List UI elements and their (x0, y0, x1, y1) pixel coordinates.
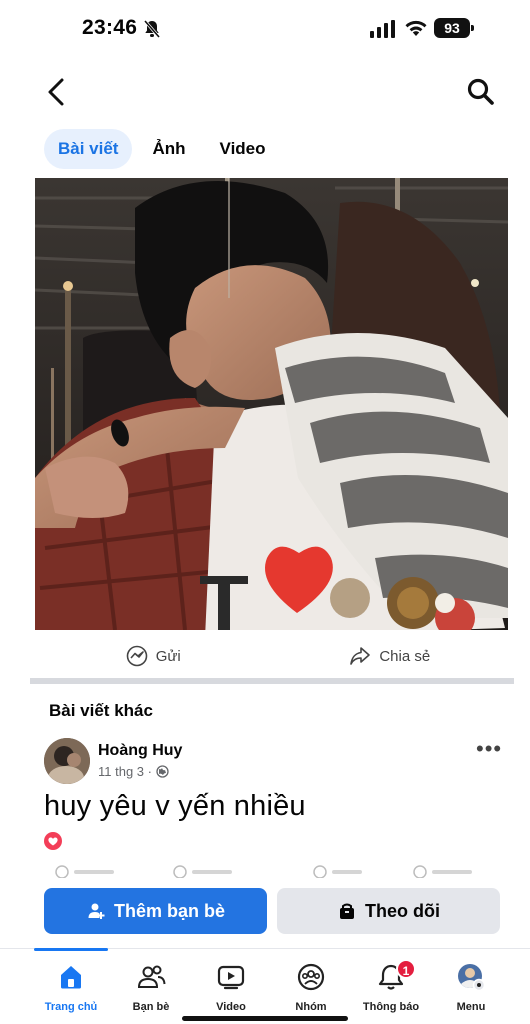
follow-label: Theo dõi (365, 900, 440, 921)
wifi-icon (405, 20, 427, 36)
author-avatar[interactable] (44, 738, 90, 784)
video-icon (217, 965, 245, 990)
post-author[interactable]: Hoàng Huy (98, 742, 182, 760)
love-reaction-icon[interactable] (44, 832, 62, 850)
add-friend-label: Thêm bạn bè (113, 900, 225, 921)
share-button[interactable]: Chia sẻ (272, 632, 509, 680)
search-icon[interactable] (466, 77, 496, 107)
active-tab-indicator (34, 948, 108, 951)
share-icon (350, 647, 371, 665)
avatar-image (44, 738, 90, 784)
nav-friends-label: Bạn bè (132, 1001, 170, 1013)
section-title: Bài viết khác (49, 701, 153, 720)
nav-home[interactable]: Trang chủ (26, 961, 116, 1013)
tab-videos[interactable]: Video (206, 129, 280, 169)
post-card: Hoàng Huy 11 thg 3 · ••• huy yêu v yến n… (0, 732, 530, 882)
share-label: Chia sẻ (379, 647, 431, 665)
tab-bar: Bài viết Ảnh Video (44, 128, 286, 170)
messenger-icon (126, 645, 148, 667)
tab-posts[interactable]: Bài viết (44, 129, 133, 169)
nav-groups-label: Nhóm (295, 1001, 327, 1013)
status-bar: 23:46 93 (0, 0, 530, 58)
post-photo[interactable] (35, 178, 508, 630)
groups-icon (297, 963, 325, 991)
post-date: 11 thg 3 · (98, 764, 152, 779)
post-actions: Gửi Chia sẻ (35, 632, 508, 680)
post-meta: 11 thg 3 · (98, 764, 169, 779)
menu-avatar-icon (458, 964, 486, 992)
nav-video[interactable]: Video (186, 961, 276, 1013)
nav-friends[interactable]: Bạn bè (106, 961, 196, 1013)
more-options-icon[interactable]: ••• (476, 738, 502, 760)
bottom-nav: Trang chủ Bạn bè Video Nhóm 1 Thông báo … (0, 948, 530, 1024)
status-time: 23:46 (82, 16, 138, 39)
home-indicator (182, 1016, 348, 1021)
nav-menu[interactable]: Menu (426, 961, 516, 1013)
photo-scene (35, 178, 508, 630)
back-arrow-icon[interactable] (42, 74, 74, 110)
home-icon (61, 966, 81, 989)
signal-icon (370, 20, 395, 38)
nav-notifications[interactable]: 1 Thông báo (346, 959, 436, 1013)
tab-photos[interactable]: Ảnh (138, 129, 199, 169)
post-text: huy yêu v yến nhiều (44, 790, 306, 822)
follow-button[interactable]: Theo dõi (277, 888, 500, 934)
post-actions-faded (55, 865, 472, 878)
send-label: Gửi (155, 647, 181, 665)
battery-indicator: 93 (434, 18, 474, 38)
send-button[interactable]: Gửi (35, 632, 272, 680)
notification-badge: 1 (396, 959, 416, 979)
add-friend-button[interactable]: Thêm bạn bè (44, 888, 267, 934)
profile-action-buttons: Thêm bạn bè Theo dõi (44, 888, 500, 934)
nav-home-label: Trang chủ (44, 1001, 98, 1013)
nav-notifications-label: Thông báo (362, 1001, 420, 1013)
add-friend-icon (88, 903, 105, 919)
nav-menu-label: Menu (456, 1001, 486, 1013)
section-divider (30, 678, 514, 684)
friends-icon (137, 965, 166, 988)
mute-bell-icon (143, 20, 161, 38)
nav-groups[interactable]: Nhóm (266, 961, 356, 1013)
follow-icon (340, 903, 354, 919)
nav-video-label: Video (216, 1001, 246, 1013)
globe-icon (156, 765, 169, 778)
